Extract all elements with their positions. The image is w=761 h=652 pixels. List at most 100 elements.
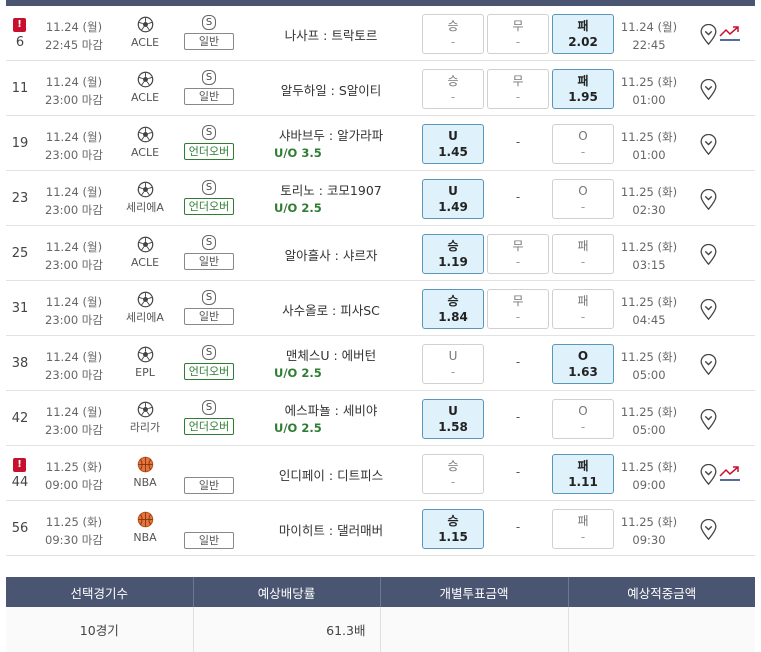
soccer-ball-icon <box>120 401 170 418</box>
sport-league: ACLE <box>120 126 170 161</box>
odds-value: 1.19 <box>438 255 468 269</box>
odds-cell[interactable]: U 1.49 <box>422 179 484 219</box>
deadline: 11.24 (월) 23:00 마감 <box>34 403 114 439</box>
league-name: 라리가 <box>129 421 161 434</box>
league-name: ACLE <box>130 146 160 159</box>
sport-league: 세리에A <box>120 181 170 216</box>
odds-cell[interactable]: 승 - <box>422 69 484 109</box>
odds-value: - <box>580 200 586 214</box>
bet-type: S 일반 <box>182 15 236 50</box>
result-time: 11.25 (화) 09:00 <box>618 458 680 494</box>
odds-cell[interactable]: U 1.58 <box>422 399 484 439</box>
result-clock: 02:30 <box>632 203 666 217</box>
location-pin-icon[interactable] <box>699 353 718 376</box>
deadline-date: 11.24 (월) <box>45 240 103 254</box>
result-time: 11.25 (화) 04:45 <box>618 293 680 329</box>
odds-cell[interactable]: 패 - <box>552 234 614 274</box>
uo-line: U/O 2.5 <box>274 421 322 435</box>
sport-league: ACLE <box>120 16 170 51</box>
result-date: 11.25 (화) <box>620 405 678 419</box>
location-pin-icon[interactable] <box>699 188 718 211</box>
header-expected-odds: 예상배당률 <box>193 577 381 607</box>
odds-label: 승 <box>447 294 459 308</box>
odds-value: 1.58 <box>438 420 468 434</box>
location-pin-icon[interactable] <box>699 78 718 101</box>
odds-cell[interactable]: U - <box>422 344 484 384</box>
location-pin-icon[interactable] <box>699 463 718 486</box>
deadline-date: 11.24 (월) <box>45 75 103 89</box>
uo-line: U/O 2.5 <box>274 366 322 380</box>
match-teams: 알아흘사 : 샤르자 <box>284 248 378 263</box>
odds-cell[interactable]: O - <box>552 124 614 164</box>
result-clock: 01:00 <box>632 93 666 107</box>
soccer-ball-icon <box>120 346 170 363</box>
odds-cell[interactable]: 승 1.15 <box>422 509 484 549</box>
s-badge-icon: S <box>202 290 216 305</box>
table-row: ! 44 11.25 (화) 09:00 마감 NBA 일반 인디페이 : 디트피스… <box>6 446 755 501</box>
trend-chart-icon[interactable] <box>719 464 741 482</box>
match-number: 56 <box>11 521 29 536</box>
odds-value: - <box>450 475 456 489</box>
result-clock: 01:00 <box>632 148 666 162</box>
result-time: 11.25 (화) 05:00 <box>618 403 680 439</box>
deadline-time: 09:30 마감 <box>45 533 103 547</box>
result-time: 11.25 (화) 01:00 <box>618 73 680 109</box>
odds-cell[interactable]: 무 - <box>487 14 549 54</box>
odds-cell[interactable]: 패 - <box>552 509 614 549</box>
header-selected-count: 선택경기수 <box>6 577 194 607</box>
odds-cell[interactable]: O - <box>552 179 614 219</box>
league-name: NBA <box>133 531 157 544</box>
location-pin-icon[interactable] <box>699 408 718 431</box>
bet-type: S 일반 <box>182 70 236 105</box>
sport-league: 라리가 <box>120 401 170 436</box>
alert-icon: ! <box>13 18 26 32</box>
odds-value: 1.11 <box>568 475 598 489</box>
odds-cell[interactable]: 패 1.11 <box>552 454 614 494</box>
result-date: 11.25 (화) <box>620 350 678 364</box>
location-pin-icon[interactable] <box>699 298 718 321</box>
result-date: 11.25 (화) <box>620 130 678 144</box>
odds-cell[interactable]: 무 - <box>487 289 549 329</box>
odds-cell[interactable]: 패 2.02 <box>552 14 614 54</box>
league-name: ACLE <box>130 36 160 49</box>
header-bet-amount: 개별투표금액 <box>380 577 569 607</box>
odds-cell[interactable]: 무 - <box>487 69 549 109</box>
table-row: 38 11.24 (월) 23:00 마감 EPL S 언더오버 맨체스U : 에버… <box>6 336 755 391</box>
location-pin-icon[interactable] <box>699 518 718 541</box>
odds-label: 승 <box>447 459 459 473</box>
bet-amount-value[interactable] <box>380 607 569 652</box>
table-row: 42 11.24 (월) 23:00 마감 라리가 S 언더오버 에스파뇰 : 세비… <box>6 391 755 446</box>
location-pin-icon[interactable] <box>699 243 718 266</box>
odds-cell[interactable]: U 1.45 <box>422 124 484 164</box>
result-date: 11.25 (화) <box>620 460 678 474</box>
result-date: 11.25 (화) <box>620 185 678 199</box>
odds-label: U <box>448 404 458 418</box>
odds-cell[interactable]: 승 1.84 <box>422 289 484 329</box>
match-teams: 토리노 : 코모1907 <box>280 183 382 198</box>
trend-chart-icon[interactable] <box>719 24 741 42</box>
location-pin-icon[interactable] <box>699 133 718 156</box>
deadline-time: 23:00 마감 <box>45 258 103 272</box>
sport-league: EPL <box>120 346 170 381</box>
odds-label: 무 <box>512 19 524 33</box>
match-teams: 맨체스U : 에버턴 <box>285 348 377 363</box>
odds-cell[interactable]: O 1.63 <box>552 344 614 384</box>
table-row: 25 11.24 (월) 23:00 마감 ACLE S 일반 알아흘사 : 샤르자… <box>6 226 755 281</box>
s-badge-icon: S <box>202 345 216 360</box>
odds-cell[interactable]: 승 - <box>422 14 484 54</box>
s-badge-icon: S <box>202 70 216 85</box>
deadline-time: 23:00 마감 <box>45 93 103 107</box>
odds-cell[interactable]: 승 - <box>422 454 484 494</box>
odds-cell[interactable]: 패 - <box>552 289 614 329</box>
alert-icon: ! <box>13 458 26 472</box>
result-clock: 09:00 <box>632 478 666 492</box>
odds-cell[interactable]: 무 - <box>487 234 549 274</box>
odds-label: U <box>448 129 458 143</box>
odds-cell[interactable]: 승 1.19 <box>422 234 484 274</box>
match-number: 31 <box>11 301 29 316</box>
location-pin-icon[interactable] <box>699 23 718 46</box>
odds-cell[interactable]: O - <box>552 399 614 439</box>
odds-cell[interactable]: 패 1.95 <box>552 69 614 109</box>
bet-type-badge: 일반 <box>184 477 234 494</box>
result-date: 11.25 (화) <box>620 75 678 89</box>
